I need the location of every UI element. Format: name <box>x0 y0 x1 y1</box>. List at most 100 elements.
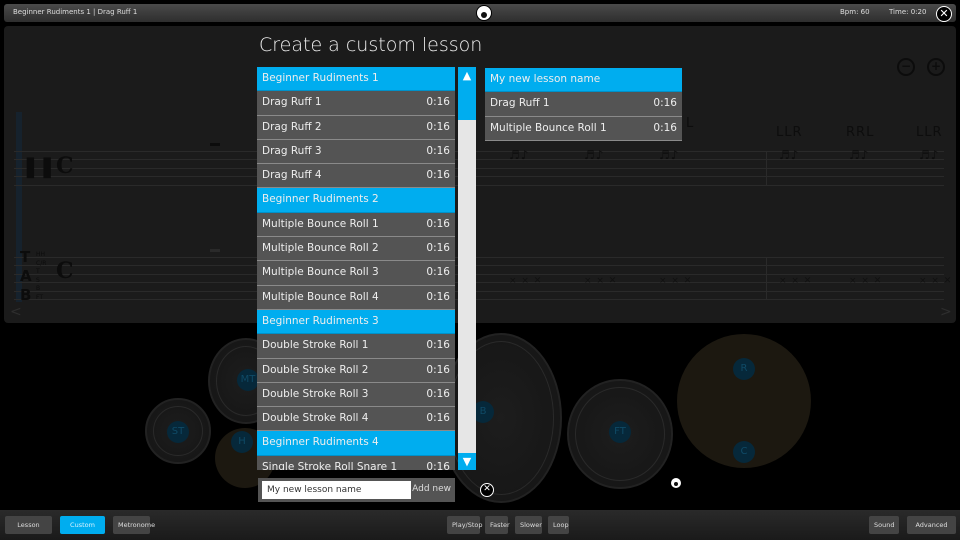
category-label: Beginner Rudiments 4 <box>262 436 379 449</box>
tab-label: C/R <box>36 259 47 267</box>
tab-label: HH <box>36 251 46 258</box>
list-item[interactable]: Drag Ruff 2 0:16 <box>257 115 455 140</box>
close-app-button[interactable]: ✕ <box>936 6 952 22</box>
list-item[interactable]: Double Stroke Roll 3 0:16 <box>257 382 455 408</box>
time-readout: Time: 0:20 <box>889 8 927 16</box>
item-duration: 0:16 <box>426 363 450 376</box>
add-lesson-bar: Add new <box>258 478 455 502</box>
play-stop-button[interactable]: Play/Stop <box>447 516 483 534</box>
sound-button[interactable]: Sound <box>869 516 899 534</box>
chevron-right-icon: > <box>940 304 952 320</box>
zoom-in-icon: + <box>930 59 942 73</box>
item-label: Multiple Bounce Roll 1 <box>490 121 607 134</box>
item-duration: 0:16 <box>426 339 450 352</box>
breadcrumb: Beginner Rudiments 1 | Drag Ruff 1 <box>13 8 138 16</box>
list-item[interactable]: Multiple Bounce Roll 1 0:16 <box>257 212 455 238</box>
rest-mark <box>210 249 220 252</box>
drummer-logo-icon <box>671 478 681 488</box>
item-duration: 0:16 <box>426 96 450 109</box>
tab-hits: × × ✕ <box>509 276 543 286</box>
arrow-up-icon: ▲ <box>462 69 472 82</box>
item-duration: 0:16 <box>426 242 450 255</box>
note-group: ♬♪ <box>584 148 605 162</box>
tab-hits: × × ✕ <box>779 276 813 286</box>
lesson-name-input[interactable] <box>262 481 411 499</box>
metronome-button[interactable]: Metronome <box>113 516 155 534</box>
category-header[interactable]: Beginner Rudiments 4 <box>257 431 455 456</box>
pad-ride[interactable]: R <box>733 358 755 380</box>
tab-drum-labels: HH C/R T S B FT <box>36 251 46 302</box>
new-lesson-name: My new lesson name <box>490 73 601 85</box>
list-item[interactable]: Double Stroke Roll 1 0:16 <box>257 334 455 359</box>
advanced-button[interactable]: Advanced <box>907 516 956 534</box>
item-label: Double Stroke Roll 3 <box>262 387 369 400</box>
list-item[interactable]: Multiple Bounce Roll 4 0:16 <box>257 285 455 310</box>
tab-letter: A <box>20 267 32 285</box>
category-header[interactable]: Beginner Rudiments 2 <box>257 188 455 213</box>
close-modal-button[interactable]: ✕ <box>480 483 494 497</box>
library-scrollbar[interactable]: ▲ ▼ <box>458 67 476 470</box>
scroll-up-button[interactable]: ▲ <box>458 67 476 84</box>
pad-floor-tom[interactable]: FT <box>609 421 631 443</box>
add-new-button[interactable]: Add new <box>412 484 451 494</box>
tab-hits: × × ✕ <box>584 276 618 286</box>
pad-snare[interactable]: ST <box>167 421 189 443</box>
tab-label: T <box>36 268 40 275</box>
item-duration: 0:16 <box>426 290 450 303</box>
pad-hihat[interactable]: H <box>231 431 253 453</box>
category-label: Beginner Rudiments 2 <box>262 193 379 206</box>
item-label: Drag Ruff 1 <box>262 96 322 109</box>
item-label: Drag Ruff 1 <box>490 97 550 110</box>
item-label: Single Stroke Roll Snare 1 <box>262 460 398 470</box>
pad-crash[interactable]: C <box>733 441 755 463</box>
faster-button[interactable]: Faster <box>485 516 510 534</box>
list-item[interactable]: Multiple Bounce Roll 2 0:16 <box>257 237 455 262</box>
prev-page-button[interactable]: < <box>10 304 22 320</box>
list-item[interactable]: Single Stroke Roll Snare 1 0:16 <box>257 455 455 470</box>
note-group: ♬♪ <box>849 148 870 162</box>
top-bar: Beginner Rudiments 1 | Drag Ruff 1 Bpm: … <box>4 4 956 22</box>
pad-mid-tom[interactable]: MT <box>237 369 259 391</box>
list-item[interactable]: Drag Ruff 3 0:16 <box>257 139 455 165</box>
list-item[interactable]: Multiple Bounce Roll 3 0:16 <box>257 261 455 286</box>
loop-button[interactable]: Loop <box>548 516 569 534</box>
sticking-label: LLR <box>916 125 943 140</box>
zoom-out-icon: − <box>900 59 912 73</box>
notation-panel: ❚❚ C C T A B HH C/R T S B FT L LLR RRL L… <box>4 26 956 323</box>
zoom-out-button[interactable]: − <box>897 58 915 76</box>
item-duration: 0:16 <box>426 266 450 279</box>
list-item[interactable]: Multiple Bounce Roll 1 0:16 <box>485 116 682 141</box>
slower-button[interactable]: Slower <box>515 516 542 534</box>
item-label: Double Stroke Roll 1 <box>262 339 369 352</box>
scroll-down-button[interactable]: ▼ <box>458 453 476 470</box>
category-label: Beginner Rudiments 3 <box>262 314 379 327</box>
note-group: ♬♪ <box>509 148 530 162</box>
list-item[interactable]: Drag Ruff 1 0:16 <box>257 91 455 116</box>
category-header[interactable]: Beginner Rudiments 3 <box>257 309 455 335</box>
lesson-selector-button[interactable]: Lesson Selector <box>5 516 52 540</box>
custom-lesson-button[interactable]: Custom Lesson <box>60 516 105 540</box>
category-label: Beginner Rudiments 1 <box>262 72 379 84</box>
scroll-thumb[interactable] <box>458 84 476 120</box>
item-duration: 0:16 <box>653 121 677 134</box>
chevron-left-icon: < <box>10 304 22 320</box>
tab-letter: T <box>20 248 31 266</box>
app-root: Beginner Rudiments 1 | Drag Ruff 1 Bpm: … <box>0 0 960 540</box>
percussion-clef-icon: ❚❚ <box>22 154 56 178</box>
tab-time-signature: C <box>56 258 74 284</box>
list-item[interactable]: Double Stroke Roll 2 0:16 <box>257 358 455 383</box>
new-lesson-header[interactable]: My new lesson name <box>485 68 682 93</box>
list-item[interactable]: Drag Ruff 4 0:16 <box>257 164 455 189</box>
category-header[interactable]: Beginner Rudiments 1 <box>257 67 455 92</box>
item-duration: 0:16 <box>426 460 450 470</box>
list-item[interactable]: Drag Ruff 1 0:16 <box>485 92 682 117</box>
item-duration: 0:16 <box>426 412 450 425</box>
tab-clef: T A B <box>20 248 32 305</box>
zoom-in-button[interactable]: + <box>927 58 945 76</box>
lesson-library-list[interactable]: Beginner Rudiments 1 Drag Ruff 1 0:16 Drag … <box>257 67 455 470</box>
list-item[interactable]: Double Stroke Roll 4 0:16 <box>257 407 455 432</box>
next-page-button[interactable]: > <box>940 304 952 320</box>
new-lesson-list[interactable]: My new lesson name Drag Ruff 1 0:16 Mult… <box>485 68 682 141</box>
item-label: Multiple Bounce Roll 1 <box>262 217 379 230</box>
item-label: Multiple Bounce Roll 3 <box>262 266 379 279</box>
